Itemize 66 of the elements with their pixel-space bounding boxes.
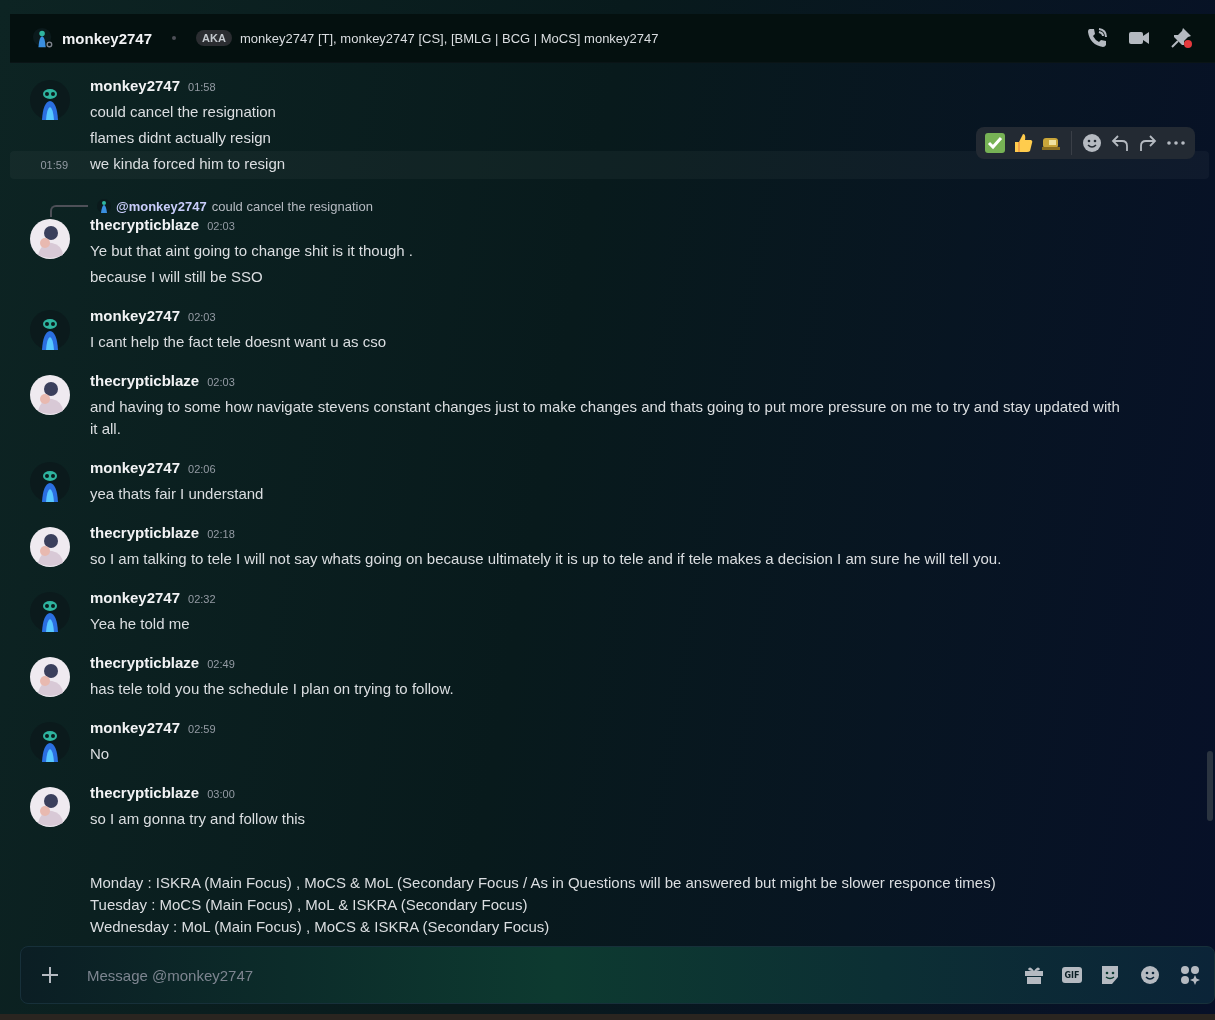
avatar[interactable] xyxy=(30,657,70,697)
username: monkey2747 xyxy=(62,29,153,47)
reply-connector xyxy=(50,205,88,217)
avatar[interactable] xyxy=(30,462,70,502)
avatar[interactable] xyxy=(30,375,70,415)
timestamp: 01:59 xyxy=(39,158,69,173)
message-text: flames didnt actually resign xyxy=(90,128,271,148)
message-text: yea thats fair I understand xyxy=(90,484,264,504)
author-name[interactable]: thecrypticblaze xyxy=(90,654,200,671)
aka-names: monkey2747 [T], monkey2747 [CS], [BMLG | BCG | MoCS] monkey2747 xyxy=(239,30,659,46)
avatar[interactable] xyxy=(30,80,70,120)
message-text: Yea he told me xyxy=(90,614,190,634)
timestamp: 01:58 xyxy=(188,81,216,93)
author-name[interactable]: thecrypticblaze xyxy=(90,524,200,541)
pin-icon[interactable] xyxy=(1169,26,1193,50)
message-text: Tuesday : MoCS (Main Focus) , MoL & ISKRA (Secondary Focus) xyxy=(90,895,529,915)
author-name[interactable]: monkey2747 xyxy=(90,719,181,736)
timestamp: 02:59 xyxy=(188,723,216,735)
reply-mention[interactable]: @monkey2747 xyxy=(116,198,207,214)
avatar[interactable] xyxy=(30,592,70,632)
author-name[interactable]: monkey2747 xyxy=(90,307,181,324)
message-input[interactable]: Message @monkey2747 GIF xyxy=(20,946,1215,1004)
call-icon[interactable] xyxy=(1085,26,1109,50)
avatar[interactable] xyxy=(30,310,70,350)
author-name[interactable]: monkey2747 xyxy=(90,589,181,606)
check-mark-icon[interactable] xyxy=(984,132,1006,154)
author-name[interactable]: monkey2747 xyxy=(90,77,181,94)
plus-icon[interactable] xyxy=(39,964,61,986)
avatar[interactable] xyxy=(32,27,54,49)
message-text: I cant help the fact tele doesnt want u as cso xyxy=(90,332,386,352)
apps-icon[interactable] xyxy=(1178,963,1202,987)
forward-icon[interactable] xyxy=(1137,132,1159,154)
message-text: Ye but that aint going to change shit is it though . xyxy=(90,241,413,261)
timestamp: 02:49 xyxy=(207,658,235,670)
author-name[interactable]: thecrypticblaze xyxy=(90,784,200,801)
timestamp: 02:18 xyxy=(207,528,235,540)
thumbs-up-icon[interactable] xyxy=(1012,132,1034,154)
timestamp: 02:32 xyxy=(188,593,216,605)
timestamp: 03:00 xyxy=(207,788,235,800)
avatar[interactable] xyxy=(30,527,70,567)
avatar[interactable] xyxy=(30,219,70,259)
message-text: No xyxy=(90,744,110,764)
avatar[interactable] xyxy=(30,787,70,827)
message-text: we kinda forced him to resign xyxy=(90,154,286,174)
author-name[interactable]: thecrypticblaze xyxy=(90,216,200,233)
message-text: Monday : ISKRA (Main Focus) , MoCS & MoL (Secondary Focus / As in Questions will be answered but might be slower responce times) xyxy=(90,873,997,893)
timestamp: 02:03 xyxy=(207,220,235,232)
timestamp: 02:06 xyxy=(188,463,216,475)
timestamp: 02:03 xyxy=(188,311,216,323)
message-text: Wednesday : MoL (Main Focus) , MoCS & ISKRA (Secondary Focus) xyxy=(90,917,551,937)
gif-button[interactable]: GIF xyxy=(1062,967,1082,983)
add-reaction-icon[interactable] xyxy=(1081,132,1103,154)
message-text: could cancel the resignation xyxy=(90,102,276,122)
message-text: has tele told you the schedule I plan on trying to follow. xyxy=(90,679,454,699)
message-text: so I am gonna try and follow this xyxy=(90,809,306,829)
reply-icon[interactable] xyxy=(1109,132,1131,154)
aka-badge: AKA xyxy=(196,30,232,46)
author-name[interactable]: thecrypticblaze xyxy=(90,372,200,389)
scrollbar-thumb[interactable] xyxy=(1207,751,1213,821)
message-text: and having to some how navigate stevens constant changes just to make changes and thats going to put more pressure on me to try and stay updated with it all. xyxy=(90,397,1121,439)
author-name[interactable]: monkey2747 xyxy=(90,459,181,476)
avatar[interactable] xyxy=(30,722,70,762)
reply-preview[interactable]: could cancel the resignation xyxy=(211,198,373,214)
message-text: because I will still be SSO xyxy=(90,267,263,287)
timestamp: 02:03 xyxy=(207,376,235,388)
message-text: so I am talking to tele I will not say whats going on because ultimately it is up to tele and if tele makes a decision I am sure he will tell you. xyxy=(90,549,1002,569)
